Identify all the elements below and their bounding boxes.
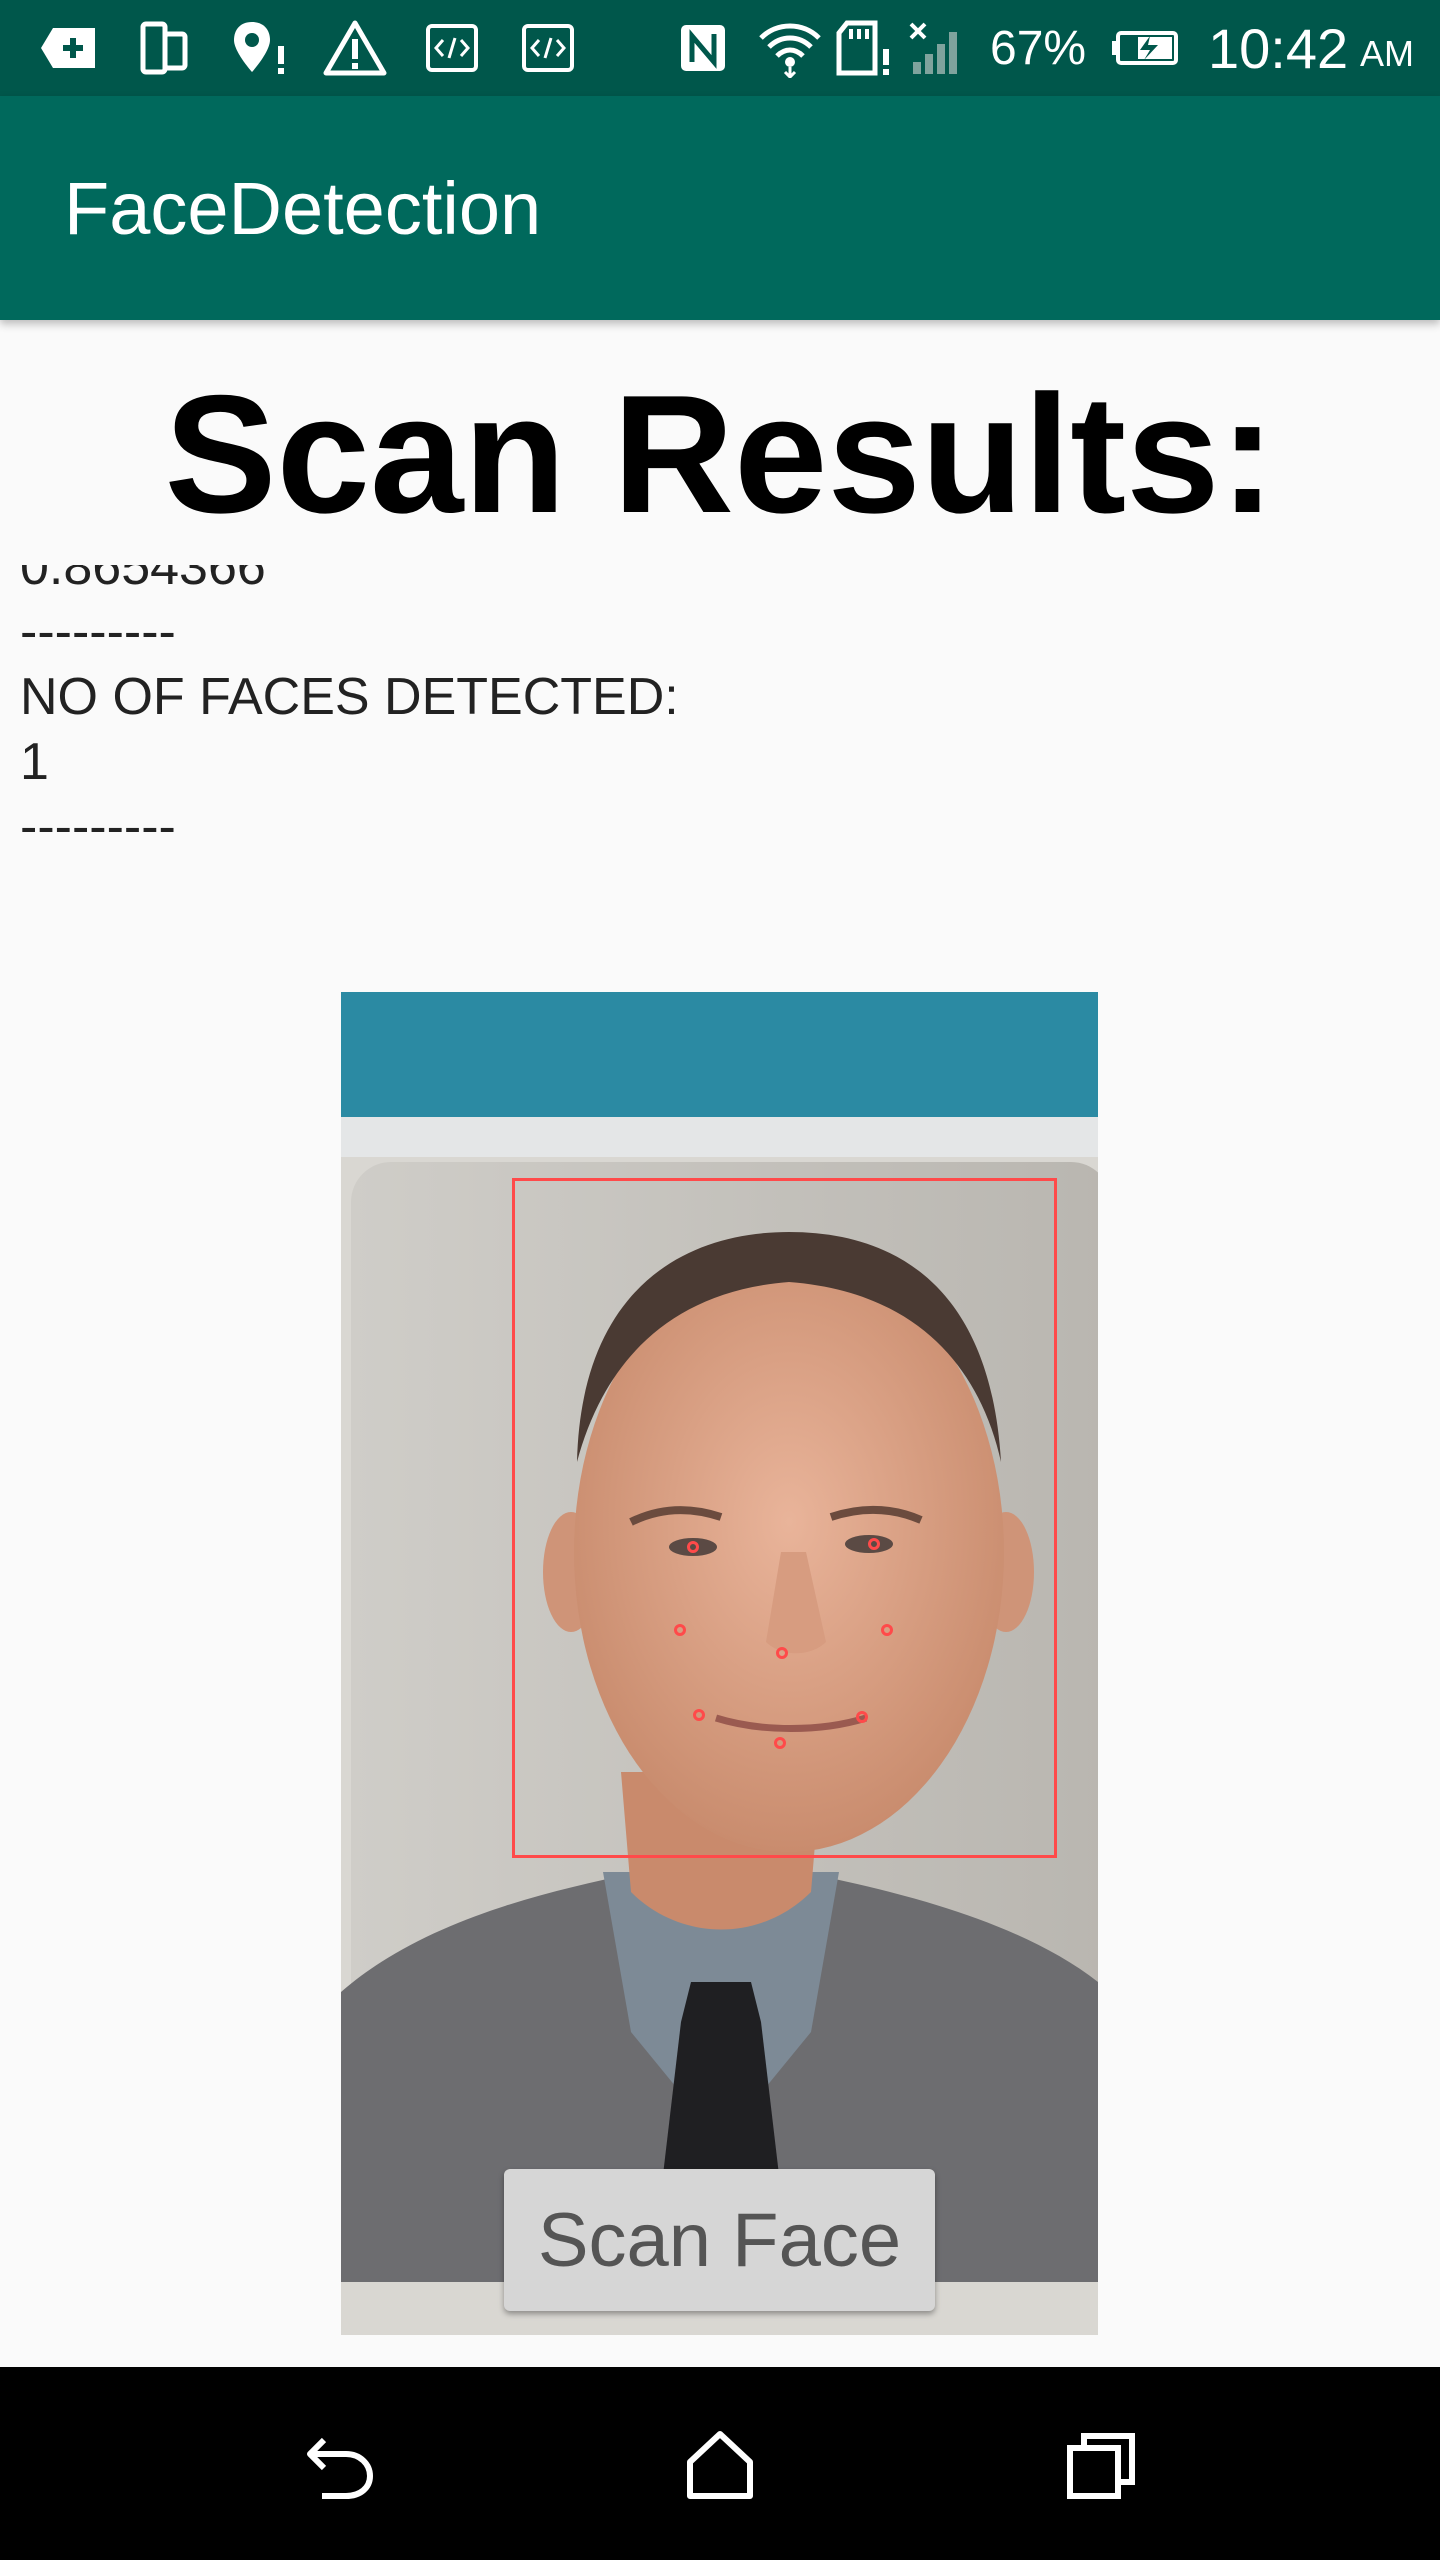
landmark-right-eye [868, 1538, 880, 1550]
landmark-left-eye [687, 1541, 699, 1553]
no-signal-icon [905, 18, 969, 78]
dual-screen-icon [135, 18, 195, 78]
status-bar: 67% 10:42 AM [0, 0, 1440, 96]
app-bar: FaceDetection [0, 96, 1440, 320]
back-icon[interactable] [290, 2415, 390, 2515]
landmark-right-cheek [881, 1624, 893, 1636]
home-icon[interactable] [670, 2415, 770, 2515]
result-line: --------- [20, 798, 176, 856]
landmark-mouth-right [856, 1711, 868, 1723]
nfc-icon [673, 18, 733, 78]
location-alert-icon [228, 18, 294, 78]
landmark-nose-base [776, 1647, 788, 1659]
result-line: NO OF FACES DETECTED: [20, 668, 679, 726]
clock-am-pm: AM [1360, 33, 1414, 74]
landmark-left-cheek [674, 1624, 686, 1636]
face-bounding-box [512, 1178, 1057, 1858]
landmark-mouth-bottom [774, 1737, 786, 1749]
result-line: 1 [20, 733, 49, 791]
face-photo [341, 992, 1098, 2335]
scan-results-heading: Scan Results: [164, 360, 1276, 548]
warning-icon [320, 18, 390, 78]
navigation-bar [0, 2367, 1440, 2560]
recents-icon[interactable] [1052, 2415, 1152, 2515]
battery-percent: 67% [990, 21, 1087, 75]
code-icon [422, 18, 482, 78]
result-line: --------- [20, 603, 176, 661]
results-text: 0.8654366 --------- NO OF FACES DETECTED… [20, 565, 1400, 885]
landmark-mouth-left [693, 1709, 705, 1721]
wifi-icon [755, 18, 825, 78]
battery-charging-icon [1110, 18, 1180, 78]
sd-card-alert-icon [835, 18, 895, 78]
clock-time: 10:42 [1208, 16, 1349, 80]
code-icon [518, 18, 578, 78]
scan-face-button[interactable]: Scan Face [504, 2169, 935, 2311]
app-title: FaceDetection [64, 166, 542, 250]
add-box-icon [36, 18, 102, 78]
result-line: 0.8654366 [20, 565, 266, 596]
